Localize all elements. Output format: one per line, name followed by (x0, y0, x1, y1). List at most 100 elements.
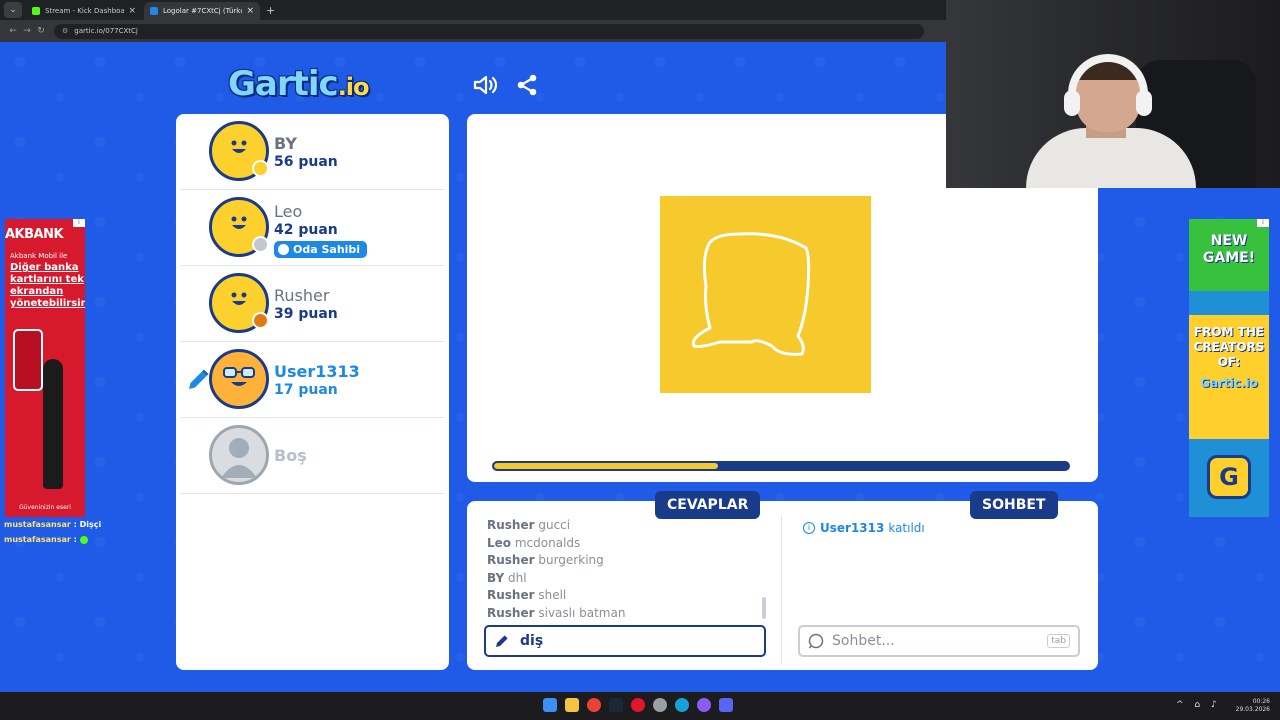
list-item: mustafasansar : Dişçi (4, 520, 102, 529)
clock-time: 00:26 (1252, 698, 1270, 705)
chat-input[interactable]: Sohbet... tab (798, 625, 1080, 657)
edge-icon[interactable] (675, 698, 689, 712)
player-score: 17 puan (274, 382, 338, 398)
share-icon[interactable] (516, 74, 538, 100)
new-tab-button[interactable]: + (266, 4, 275, 17)
steam-icon[interactable] (609, 698, 623, 712)
tab-search-button[interactable]: ⌄ (4, 2, 22, 18)
logo-main: Gartic (228, 64, 339, 104)
start-icon[interactable] (543, 698, 557, 712)
url-text: gartic.io/077CXtCj (74, 27, 138, 35)
answers-list: Rusher gucci Leo mcdonalds Rusher burger… (487, 517, 767, 622)
clock-date: 29.03.2026 (1235, 706, 1270, 713)
file-explorer-icon[interactable] (565, 698, 579, 712)
person-illustration (43, 359, 63, 489)
player-name: User1313 (274, 362, 360, 381)
tab-title: Logolar #7CXtCj (Türkçe) - Gartic (163, 7, 243, 15)
guess-input[interactable]: diş (484, 625, 766, 657)
info-icon: i (803, 522, 815, 534)
answers-tab[interactable]: CEVAPLAR (655, 491, 761, 519)
back-icon[interactable]: ← (6, 26, 20, 36)
close-tab-icon[interactable]: × (128, 6, 136, 16)
ad-info-icon[interactable]: i (73, 219, 85, 227)
chat-bubble-icon (808, 633, 824, 649)
browser-tab-kick[interactable]: Stream - Kick Dashboard × (26, 2, 142, 20)
tab-title: Stream - Kick Dashboard (45, 7, 125, 15)
gartic-app-icon: G (1207, 455, 1251, 499)
status-dot (252, 312, 269, 329)
answers-chat-panel: CEVAPLAR SOHBET Rusher gucci Leo mcdonal… (467, 491, 1098, 670)
opera-icon[interactable] (631, 698, 645, 712)
empty-slot-label: Boş (274, 446, 307, 465)
ad-new-game: NEW GAME! (1189, 219, 1269, 291)
list-item: Rusher burgerking (487, 553, 604, 567)
akbank-ad[interactable]: AKBANK Akbank Mobil ile Diğer banka kart… (5, 219, 85, 517)
browser-tab-gartic[interactable]: Logolar #7CXtCj (Türkçe) - Gartic × (144, 2, 260, 20)
pencil-icon (189, 369, 209, 389)
players-panel: BY 56 puan Leo 42 puan Oda Sahibi Rusher… (176, 114, 449, 670)
guess-value: diş (520, 633, 544, 649)
discord-icon[interactable] (719, 698, 733, 712)
chat-placeholder: Sohbet... (832, 633, 895, 649)
list-item: Rusher shell (487, 588, 567, 602)
site-info-icon[interactable]: ⚙ (62, 27, 68, 35)
chat-tab[interactable]: SOHBET (970, 491, 1058, 519)
player-name: Rusher (274, 286, 330, 305)
player-row[interactable]: Leo 42 puan Oda Sahibi (180, 190, 445, 266)
time-progress-bar (492, 461, 1070, 471)
player-score: 56 puan (274, 154, 338, 170)
forward-icon[interactable]: → (20, 26, 34, 36)
chrome-icon[interactable] (587, 698, 601, 712)
empty-avatar-icon (209, 425, 269, 485)
player-row[interactable]: Rusher 39 puan (180, 266, 445, 342)
ad-info-icon[interactable]: i (1257, 219, 1269, 227)
logo-suffix: .io (337, 73, 370, 101)
close-tab-icon[interactable]: × (246, 6, 254, 16)
glasses-avatar-icon (209, 349, 269, 409)
status-dot (252, 236, 269, 253)
reload-icon[interactable]: ↻ (34, 26, 48, 36)
webcam-feed (946, 0, 1280, 188)
clock[interactable]: 00:26 29.03.2026 (1236, 698, 1270, 714)
gartic-favicon-icon (150, 7, 158, 15)
list-item: Leo mcdonalds (487, 535, 581, 550)
windows-taskbar: ^ ⌂ ♪ 00:26 29.03.2026 (0, 692, 1280, 720)
crown-icon (278, 244, 289, 255)
player-name: Leo (274, 202, 303, 221)
list-item: BY dhl (487, 570, 527, 585)
system-tray-icons[interactable]: ^ ⌂ ♪ (1176, 700, 1221, 710)
stream-chat-overlay: mustafasansar : Dişçi mustafasansar : (4, 517, 101, 547)
url-field[interactable]: ⚙ gartic.io/077CXtCj (54, 23, 924, 39)
chat-text: katıldı (888, 521, 925, 535)
list-item: mustafasansar : (4, 532, 101, 547)
drawing-canvas[interactable] (660, 196, 871, 393)
ad-tagline: Akbank Mobil ile (10, 252, 68, 260)
player-score: 42 puan (274, 222, 338, 238)
player-row-drawing[interactable]: User1313 17 puan (180, 342, 445, 418)
app-icon[interactable] (697, 698, 711, 712)
sound-icon[interactable] (472, 74, 498, 100)
time-progress-fill (494, 463, 718, 469)
headphone-cup (1136, 90, 1152, 116)
player-score: 39 puan (274, 306, 338, 322)
ad-footer: Güveninizin eseri (19, 504, 71, 511)
player-row-empty[interactable]: Boş (180, 418, 445, 494)
pencil-icon (496, 635, 508, 647)
ad-creators-logo: Gartic.io (1200, 376, 1258, 390)
player-name: BY (274, 134, 297, 153)
player-row[interactable]: BY 56 puan (180, 114, 445, 190)
chat-user: User1313 (820, 521, 885, 535)
kick-favicon-icon (32, 7, 40, 15)
tab-key-hint: tab (1047, 634, 1070, 648)
gartic-logo[interactable]: Gartic.io (228, 64, 370, 104)
chat-message: i User1313 katıldı (803, 521, 925, 535)
headphone-cup (1064, 90, 1080, 116)
obs-icon[interactable] (653, 698, 667, 712)
list-item: Rusher sivaslı batman (487, 605, 626, 620)
list-item: Rusher gucci (487, 518, 571, 532)
ad-creators: FROM THE CREATORS OF: (1193, 325, 1265, 369)
ad-headline: Diğer banka kartlarını tek ekrandan yöne… (10, 262, 85, 309)
gartic-promo-ad[interactable]: NEW GAME! FROM THE CREATORS OF: Gartic.i… (1189, 219, 1269, 517)
answers-scrollbar[interactable] (762, 597, 766, 619)
phone-illustration (13, 329, 43, 391)
